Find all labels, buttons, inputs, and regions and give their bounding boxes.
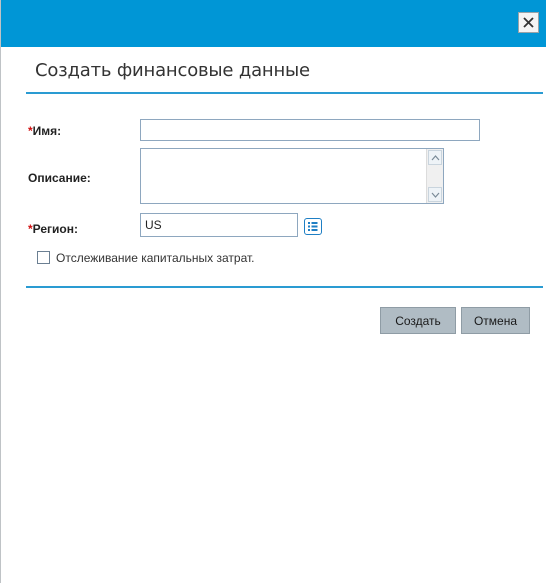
name-label-text: Имя: <box>32 124 62 138</box>
scroll-up-arrow[interactable] <box>428 150 442 165</box>
name-input[interactable] <box>140 119 480 141</box>
dialog-header-bar <box>1 0 546 47</box>
name-label: *Имя: <box>28 124 61 138</box>
list-icon <box>308 222 318 231</box>
chevron-down-icon <box>431 192 439 198</box>
dialog-title: Создать финансовые данные <box>35 60 310 81</box>
description-scrollbar[interactable] <box>426 149 443 203</box>
region-picker-button[interactable] <box>304 218 322 235</box>
form-divider <box>26 286 543 288</box>
description-field[interactable] <box>140 148 444 204</box>
description-label: Описание: <box>28 171 91 185</box>
description-textarea[interactable] <box>141 149 426 203</box>
capital-tracking-checkbox[interactable] <box>37 251 50 264</box>
scroll-down-arrow[interactable] <box>428 187 442 202</box>
region-input[interactable] <box>140 213 298 237</box>
region-label: *Регион: <box>28 222 78 236</box>
close-button[interactable] <box>518 12 539 33</box>
region-label-text: Регион: <box>32 222 78 236</box>
title-divider <box>26 92 543 94</box>
create-button[interactable]: Создать <box>380 307 456 334</box>
capital-tracking-label: Отслеживание капитальных затрат. <box>56 251 255 265</box>
cancel-button[interactable]: Отмена <box>461 307 530 334</box>
close-icon <box>523 17 534 28</box>
chevron-up-icon <box>431 154 439 160</box>
create-financial-data-dialog: Создать финансовые данные *Имя: Описание… <box>0 0 546 583</box>
